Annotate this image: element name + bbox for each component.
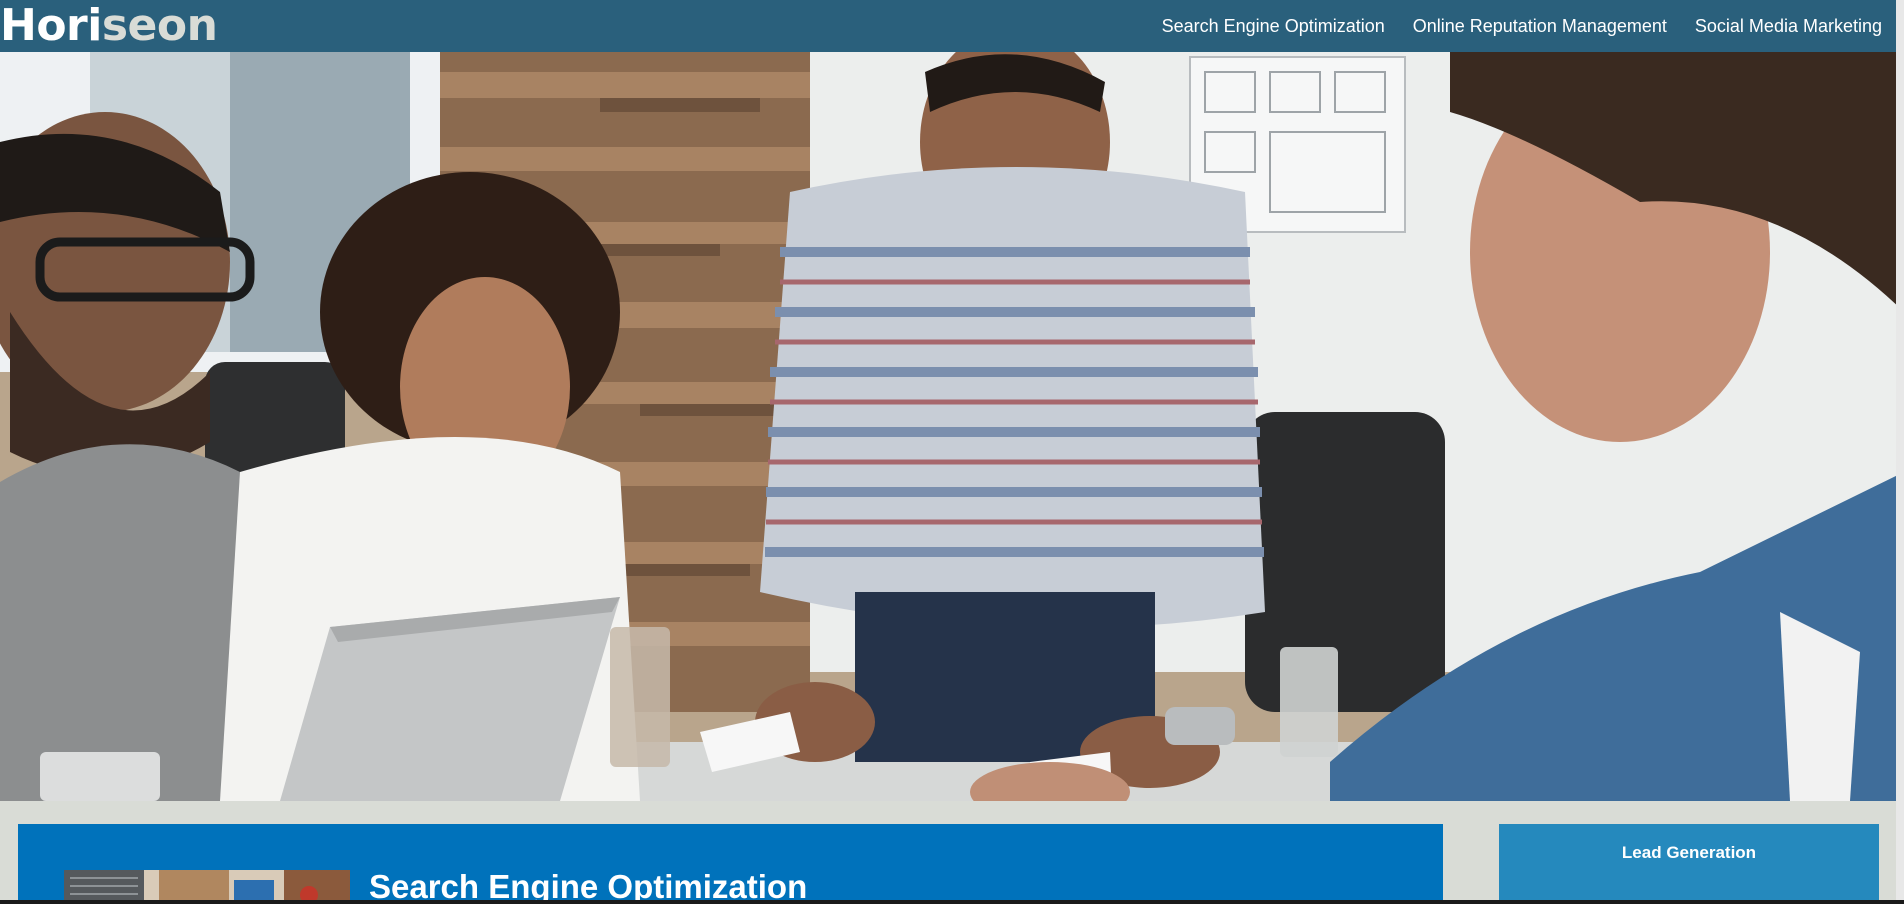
logo-accent: seon	[101, 0, 218, 51]
team-meeting-photo-icon	[0, 52, 1904, 801]
nav-link-social-media[interactable]: Social Media Marketing	[1695, 16, 1882, 37]
logo-main: Hori	[0, 0, 102, 51]
main-nav: Search Engine Optimization Online Reputa…	[1162, 0, 1882, 52]
site-logo[interactable]: Horiseon	[0, 0, 218, 52]
lead-generation-title: Lead Generation	[1621, 843, 1757, 862]
desk-image-icon	[64, 870, 350, 904]
seo-title: Search Engine Optimization	[369, 868, 808, 904]
bottom-border	[0, 900, 1904, 904]
nav-link-seo[interactable]: Search Engine Optimization	[1162, 16, 1385, 37]
seo-section: Search Engine Optimization	[18, 824, 1443, 904]
nav-link-reputation[interactable]: Online Reputation Management	[1413, 16, 1667, 37]
site-header: Horiseon Search Engine Optimization Onli…	[0, 0, 1904, 52]
lead-generation-section: Lead Generation	[1499, 824, 1879, 904]
scrollbar[interactable]	[1896, 0, 1904, 904]
seo-thumbnail	[64, 870, 350, 904]
hero-image	[0, 52, 1904, 801]
